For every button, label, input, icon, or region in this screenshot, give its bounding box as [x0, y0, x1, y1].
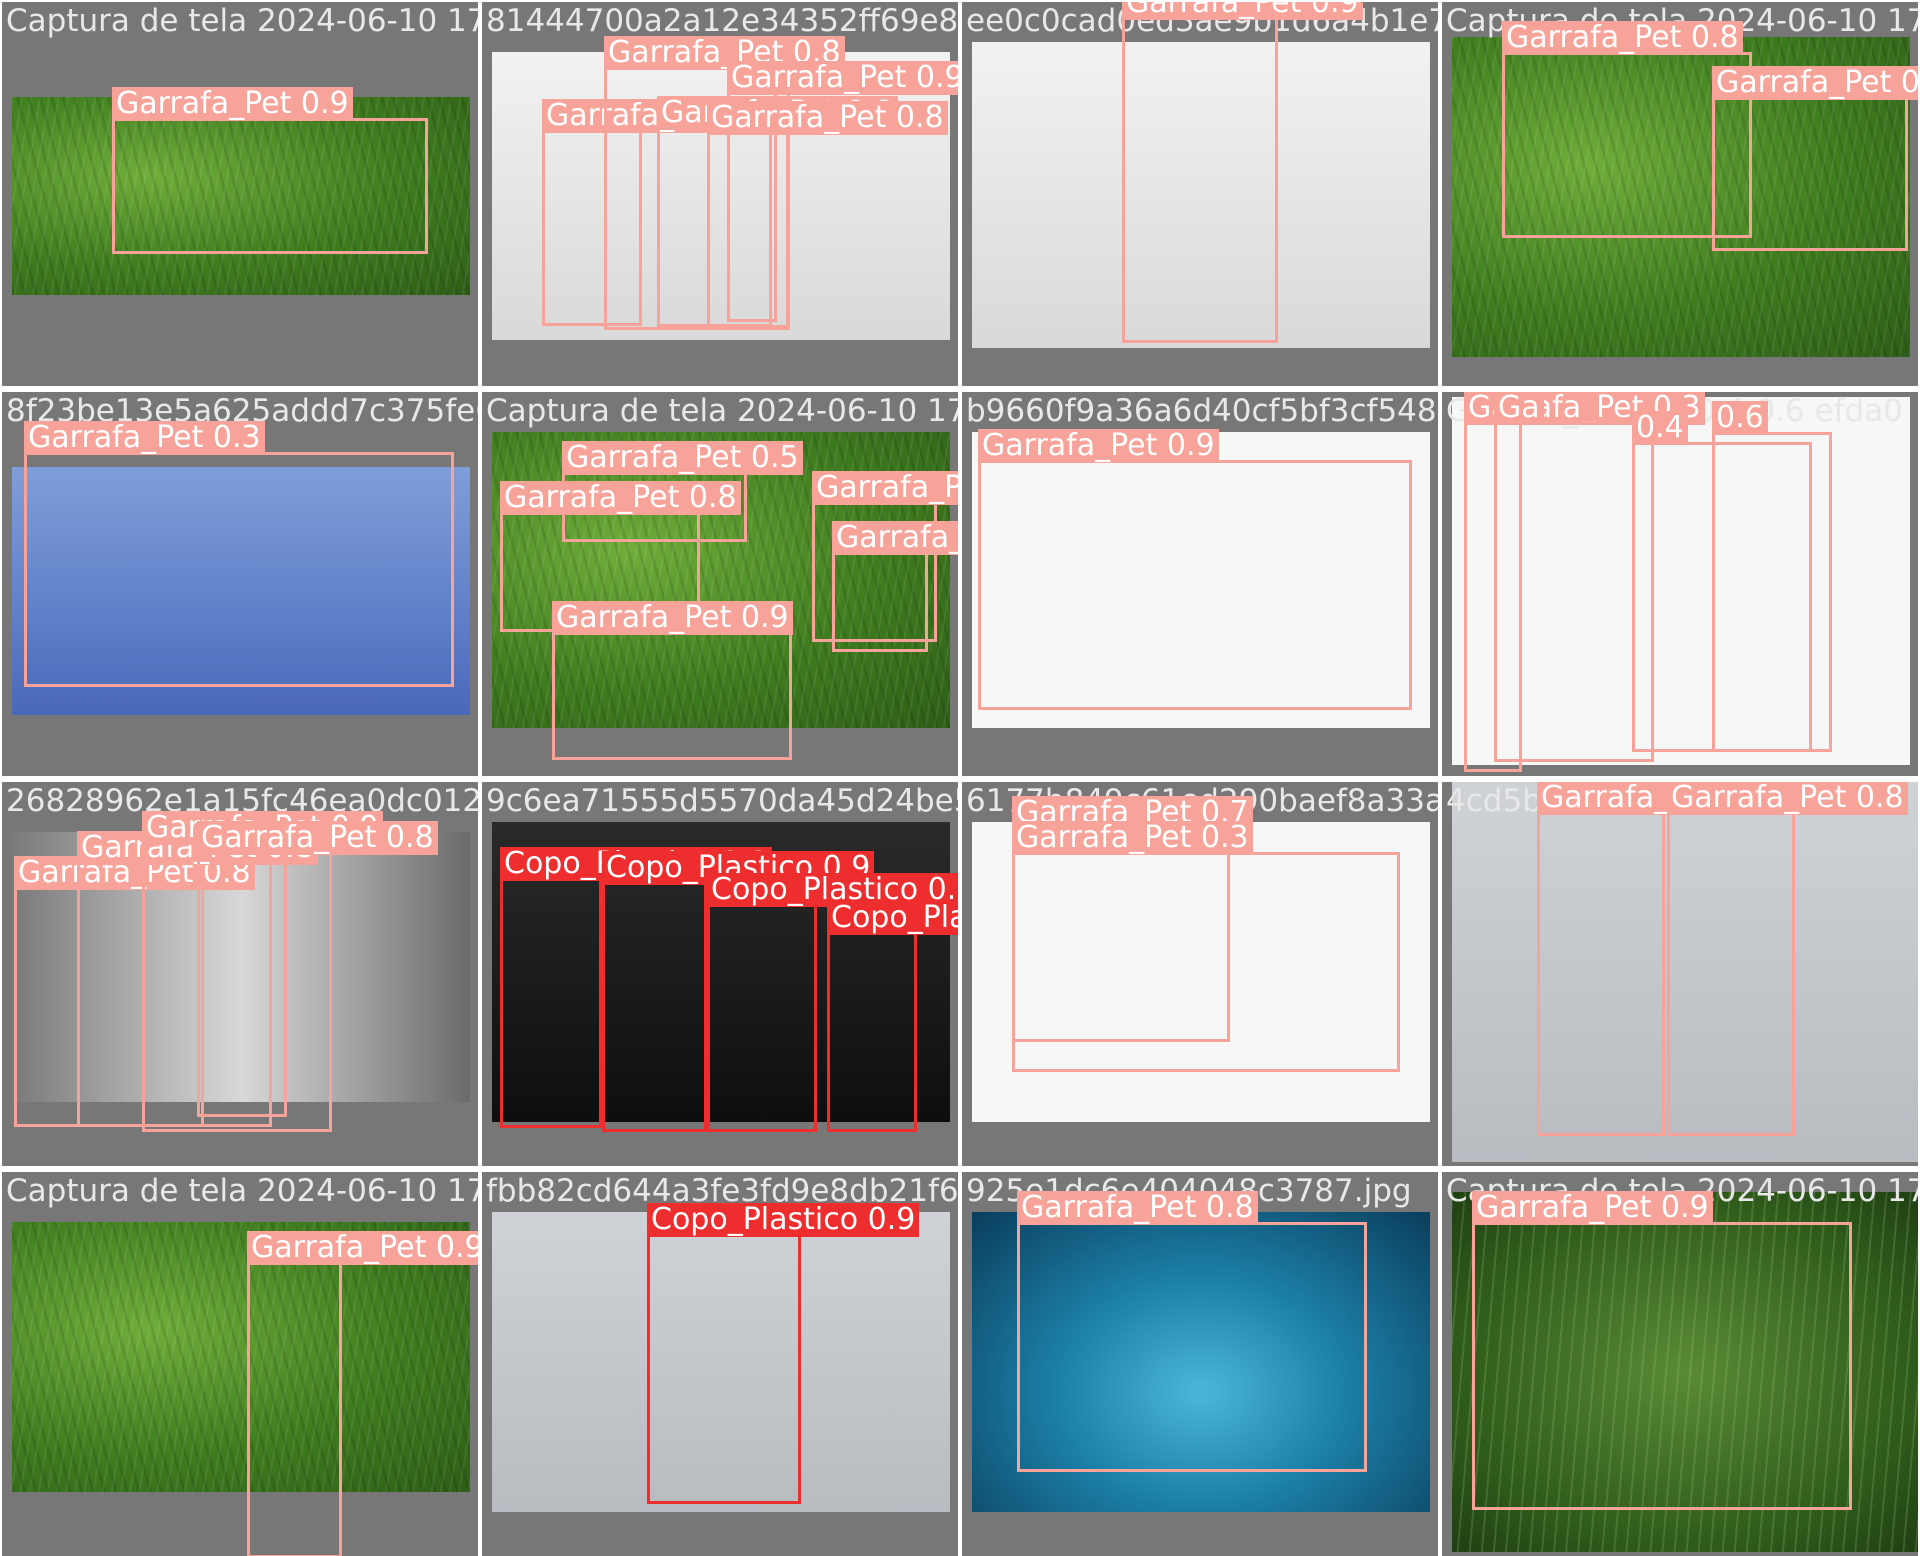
detection-label: Garrafa_Pet 0.8	[500, 481, 741, 515]
result-tile: Captura de tela 2024-06-10 171Garrafa_Pe…	[1442, 1172, 1918, 1556]
bottle-detection-box: Garrafa_Pet 0.8	[197, 821, 438, 1117]
detection-label: 0.4	[1632, 411, 1688, 445]
detection-label: Garrafa_Pet 0.5	[562, 441, 803, 475]
bottle-detection-box: Garrafa_Pet 0.9	[112, 87, 428, 254]
bottle-detection-box: Garrafa_Pet 0.9	[1712, 66, 1918, 251]
bottle-detection-box: Garrafa_Pet 0.7	[832, 521, 958, 652]
result-tile: 26828962e1a15fc46ea0dc01219f954.jpgGarra…	[2, 782, 478, 1166]
detection-label: Garrafa_Pet 0.9	[1472, 1191, 1713, 1225]
result-tile: Captura de tela 2024-06-10 171707.pngGar…	[1442, 2, 1918, 386]
result-tile: Captura de tela 2024-06-10 171949.png Gar…	[2, 1172, 478, 1556]
detection-label: Copo_Plastico 0.9	[827, 901, 958, 935]
detection-label: Garrafa_Pet 0.8	[707, 101, 948, 135]
result-tile: 8f23be13e5a625addd7c375fe6dc6644.jpgGarr…	[2, 392, 478, 776]
detection-label: Garrafa_Pet 0.3	[1012, 821, 1253, 855]
tile-filename: Captura de tela 2024-06-10 171826.png	[6, 3, 478, 39]
detection-label: Ga	[1494, 392, 1544, 425]
detection-label: Garrafa_Pet 0.8	[197, 821, 438, 855]
result-tile: 4cd5bfd48e5c3f7b0ea441fGarrafa_Pet 0.8Ga…	[1442, 782, 1918, 1166]
result-tile: 81444700a2a12e34352ff69e8563a79d.jpg Garr…	[482, 2, 958, 386]
bottle-detection-box: Garrafa_Pet 0.3	[24, 421, 454, 687]
detection-label: Garrafa_Pet 0.9	[978, 429, 1219, 463]
detection-label: Garrafa_Pet 0.9	[112, 87, 353, 121]
detection-label: Garrafa_Pet 0.8	[1502, 21, 1743, 55]
result-tile: Captura de tela 2024-06-10 171826.png Gar…	[2, 2, 478, 386]
result-tile: fbb82cd644a3fe3fd9e8db21f602.jpgCopo_Pla…	[482, 1172, 958, 1556]
bottle-detection-box: Garrafa_Pet 0.9	[247, 1231, 478, 1556]
detection-results-grid: Captura de tela 2024-06-10 171826.png Gar…	[0, 0, 1920, 1556]
result-tile: b9660f9a36a6d40cf5bf3cf548c0fa5d.jpgGarr…	[962, 392, 1438, 776]
detection-label: 0.6	[1712, 401, 1768, 435]
bottle-detection-box: Garrafa_Pet 0.8	[1667, 782, 1908, 1136]
bottle-detection-box: Garrafa_Pet 0.9	[1122, 2, 1363, 343]
cup-detection-box: Copo_Plastico 0.9	[602, 851, 875, 1132]
result-tile: Captura de tela 2024-06-10 171837.png Gar…	[482, 392, 958, 776]
bottle-detection-box: Ga	[1494, 392, 1654, 762]
cup-detection-box: Copo_Plastico 0.9	[500, 847, 773, 1128]
detection-label: Garrafa_Pet 0.8	[812, 471, 958, 505]
result-tile: ee0c0cad0ed3ae9b1d6a4b1e7927043a.jpgGarr…	[962, 2, 1438, 386]
tile-filename: 9c6ea71555d5570da45d24be5f61d9a2.jpg	[486, 783, 958, 819]
cup-detection-box: Copo_Plastico 0.9	[827, 901, 958, 1132]
detection-label: Garrafa_Pet 0.9	[552, 601, 793, 635]
bottle-detection-box: Garrafa_Pet 0.3	[1012, 821, 1400, 1072]
tile-filename: Captura de tela 2024-06-10 171949.png	[6, 1173, 478, 1209]
result-tile: 925e1dc6e404048c3787.jpgGarrafa_Pet 0.8	[962, 1172, 1438, 1556]
detection-label: Garrafa_Pet 0.9	[1122, 2, 1363, 20]
detection-label: Garrafa_Pet 0.7	[832, 521, 958, 555]
bottle-detection-box: Garrafa_Pet 0.8	[1537, 782, 1778, 1136]
bottle-detection-box: Garrafa_Pet 0.9	[552, 601, 793, 760]
bottle-detection-box: Garrafa_Pet 0.8	[1017, 1191, 1367, 1472]
result-tile: 9c6ea71555d5570da45d24be5f61d9a2.jpg Copo…	[482, 782, 958, 1166]
bottle-detection-box: Garrafa_Pet 0.9	[978, 429, 1412, 710]
tile-filename: 81444700a2a12e34352ff69e8563a79d.jpg	[486, 3, 958, 39]
detection-label: Garrafa_Pet 0.9	[247, 1231, 478, 1265]
bottle-detection-box: Garrafa_Pet 0.9	[1472, 1191, 1852, 1510]
bottle-detection-box: 0.6	[1712, 401, 1832, 752]
detection-label: Garrafa_Pet 0.3	[24, 421, 265, 455]
detection-label: Garrafa_Pet 0.9	[1712, 66, 1918, 100]
result-tile: Garrafa_Pet 0.3 0.4 0.6 efda0Garrafa_Pet…	[1442, 392, 1918, 776]
tile-filename: Captura de tela 2024-06-10 171837.png	[486, 393, 958, 429]
result-tile: 6177b849c61ed290baef8a33a4.jpgGarrafa_Pe…	[962, 782, 1438, 1166]
cup-detection-box: Copo_Plastico 0.9	[707, 873, 958, 1132]
detection-label: Garrafa_Pet 0.8	[1017, 1191, 1258, 1225]
detection-label: Copo_Plastico 0.9	[647, 1203, 920, 1237]
tile-filename: b9660f9a36a6d40cf5bf3cf548c0fa5d.jpg	[966, 393, 1438, 429]
detection-label: Garrafa_Pet 0.9	[727, 61, 958, 95]
cup-detection-box: Copo_Plastico 0.9	[647, 1203, 920, 1504]
bottle-detection-box: Garrafa_Pet 0.8	[707, 101, 948, 328]
detection-label: Garrafa_Pet 0.8	[1667, 782, 1908, 815]
